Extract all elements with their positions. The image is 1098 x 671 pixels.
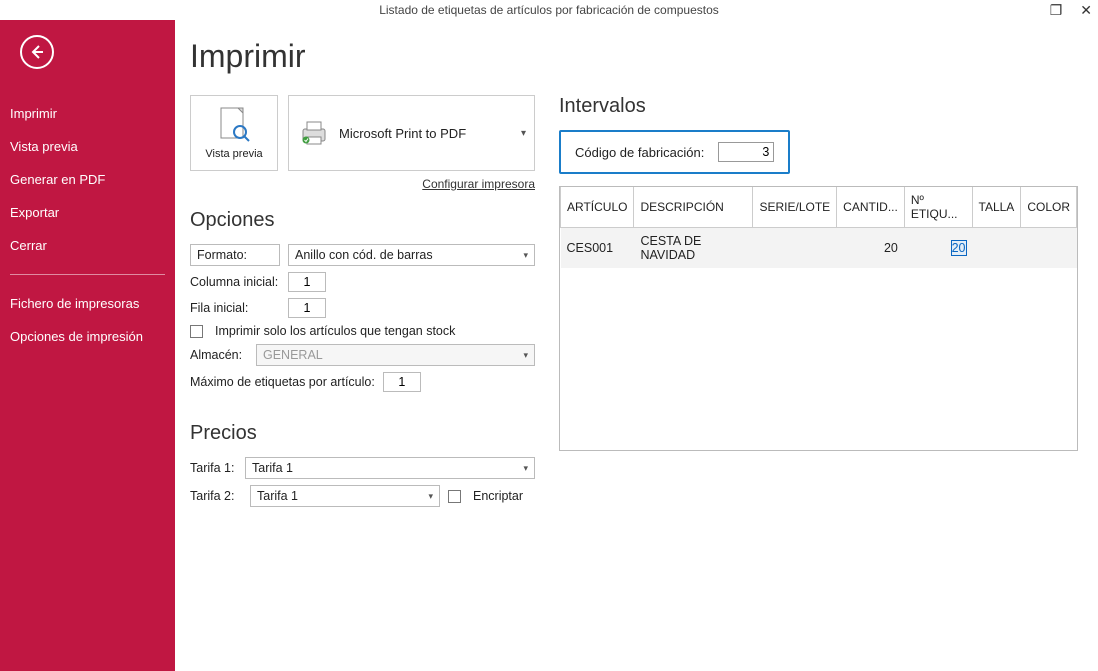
- almacen-label: Almacén:: [190, 348, 248, 362]
- printer-select[interactable]: Microsoft Print to PDF ▾: [288, 95, 535, 171]
- cell-n-etiquetas[interactable]: 20: [904, 228, 972, 269]
- col-cantidad[interactable]: CANTID...: [837, 187, 905, 228]
- max-etiquetas-input[interactable]: [383, 372, 421, 392]
- encriptar-checkbox[interactable]: [448, 490, 461, 503]
- title-bar: Listado de etiquetas de artículos por fa…: [0, 0, 1098, 20]
- encriptar-label: Encriptar: [473, 489, 523, 503]
- stock-checkbox-label: Imprimir solo los artículos que tengan s…: [215, 324, 455, 338]
- page-title: Imprimir: [190, 38, 1078, 75]
- window-controls: ❐ ✕: [1050, 0, 1092, 20]
- printer-name: Microsoft Print to PDF: [339, 126, 466, 141]
- options-heading: Opciones: [190, 209, 535, 232]
- tarifa1-select[interactable]: Tarifa 1 ▾: [245, 457, 535, 479]
- chevron-down-icon: ▾: [523, 463, 528, 474]
- chevron-down-icon: ▾: [523, 350, 528, 361]
- fila-inicial-label: Fila inicial:: [190, 301, 280, 315]
- sidebar-item-imprimir[interactable]: Imprimir: [0, 97, 175, 130]
- document-preview-icon: [218, 106, 250, 144]
- formato-select[interactable]: Anillo con cód. de barras ▾: [288, 244, 535, 266]
- columna-inicial-label: Columna inicial:: [190, 275, 280, 289]
- intervalos-heading: Intervalos: [559, 95, 1078, 118]
- chevron-down-icon: ▾: [428, 491, 433, 502]
- sidebar-item-generar-pdf[interactable]: Generar en PDF: [0, 163, 175, 196]
- cell-talla[interactable]: [972, 228, 1021, 269]
- vista-previa-label: Vista previa: [205, 148, 262, 160]
- stock-checkbox[interactable]: [190, 325, 203, 338]
- intervalos-grid[interactable]: ARTÍCULO DESCRIPCIÓN SERIE/LOTE CANTID..…: [559, 186, 1078, 451]
- codigo-fabricacion-box: Código de fabricación:: [559, 130, 790, 174]
- left-column: Vista previa Microsoft Print to PDF ▾: [190, 95, 535, 513]
- col-serie-lote[interactable]: SERIE/LOTE: [753, 187, 837, 228]
- cell-cantidad[interactable]: 20: [837, 228, 905, 269]
- right-column: Intervalos Código de fabricación: ARTÍCU…: [559, 95, 1078, 451]
- arrow-left-icon: [29, 44, 45, 60]
- almacen-select: GENERAL ▾: [256, 344, 535, 366]
- formato-label-box: Formato:: [190, 244, 280, 266]
- max-etiquetas-label: Máximo de etiquetas por artículo:: [190, 375, 375, 389]
- sidebar-item-exportar[interactable]: Exportar: [0, 196, 175, 229]
- chevron-down-icon: ▾: [521, 128, 526, 139]
- cell-descripcion[interactable]: CESTA DE NAVIDAD: [634, 228, 753, 269]
- cell-color[interactable]: [1021, 228, 1077, 269]
- sidebar-item-vista-previa[interactable]: Vista previa: [0, 130, 175, 163]
- sidebar-item-cerrar[interactable]: Cerrar: [0, 229, 175, 262]
- vista-previa-button[interactable]: Vista previa: [190, 95, 278, 171]
- sidebar: Imprimir Vista previa Generar en PDF Exp…: [0, 20, 175, 671]
- tarifa2-select[interactable]: Tarifa 1 ▾: [250, 485, 440, 507]
- col-articulo[interactable]: ARTÍCULO: [561, 187, 634, 228]
- configure-printer-link[interactable]: Configurar impresora: [190, 177, 535, 191]
- cell-serie[interactable]: [753, 228, 837, 269]
- sidebar-item-fichero-impresoras[interactable]: Fichero de impresoras: [0, 287, 175, 320]
- table-row[interactable]: CES001 CESTA DE NAVIDAD 20 20: [561, 228, 1077, 269]
- prices-heading: Precios: [190, 422, 535, 445]
- window-close-icon[interactable]: ✕: [1080, 3, 1092, 17]
- content-area: Imprimir Vista previa: [190, 38, 1078, 661]
- col-talla[interactable]: TALLA: [972, 187, 1021, 228]
- printer-icon: [299, 119, 329, 147]
- cell-articulo[interactable]: CES001: [561, 228, 634, 269]
- chevron-down-icon: ▾: [523, 250, 528, 261]
- window-restore-icon[interactable]: ❐: [1050, 3, 1063, 17]
- tarifa2-label: Tarifa 2:: [190, 489, 242, 503]
- codigo-fabricacion-label: Código de fabricación:: [575, 145, 704, 160]
- tarifa1-label: Tarifa 1:: [190, 461, 237, 475]
- col-n-etiquetas[interactable]: Nº ETIQU...: [904, 187, 972, 228]
- sidebar-divider: [10, 274, 165, 275]
- col-descripcion[interactable]: DESCRIPCIÓN: [634, 187, 753, 228]
- window-title: Listado de etiquetas de artículos por fa…: [379, 3, 719, 17]
- back-button[interactable]: [20, 35, 54, 69]
- fila-inicial-input[interactable]: [288, 298, 326, 318]
- columna-inicial-input[interactable]: [288, 272, 326, 292]
- col-color[interactable]: COLOR: [1021, 187, 1077, 228]
- codigo-fabricacion-input[interactable]: [718, 142, 774, 162]
- sidebar-item-opciones-impresion[interactable]: Opciones de impresión: [0, 320, 175, 353]
